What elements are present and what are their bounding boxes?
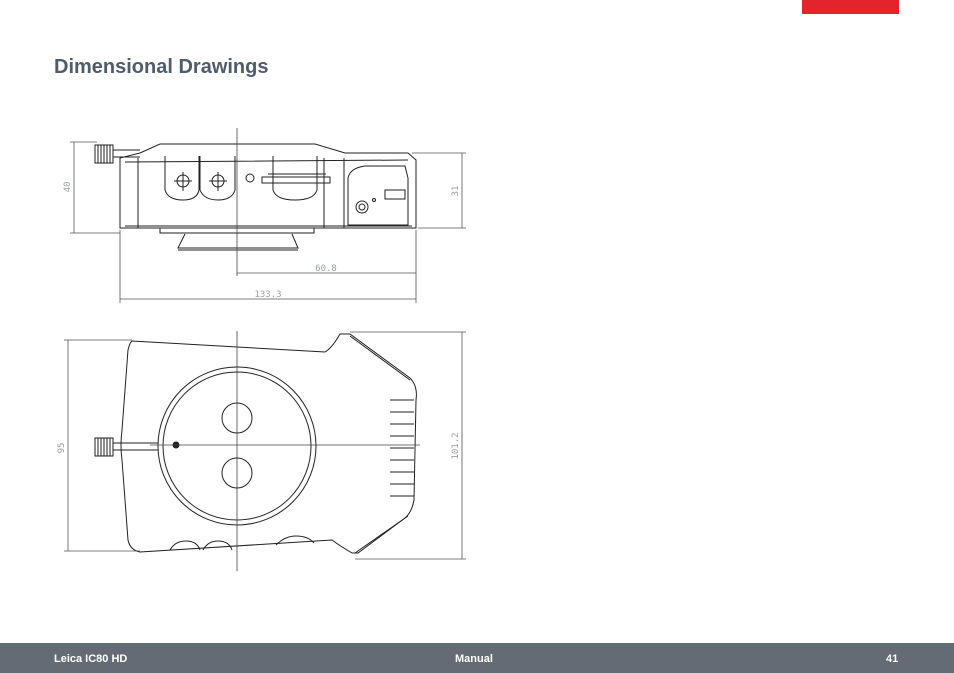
footer-bar: Leica IC80 HD Manual 41 xyxy=(0,643,954,673)
dim-side-height-left: 40 xyxy=(63,182,73,193)
dim-side-height-right: 31 xyxy=(451,186,461,197)
top-view-drawing xyxy=(94,333,417,554)
dim-side-width-total: 133.3 xyxy=(254,290,281,300)
footer-page-number: 41 xyxy=(886,653,899,665)
dim-side-width-partial: 60.8 xyxy=(315,264,337,274)
footer-product: Leica IC80 HD xyxy=(54,653,128,665)
dimensional-drawing: 40 31 60.8 133.3 95 101.2 xyxy=(57,128,466,571)
dim-top-height-left: 95 xyxy=(57,443,67,454)
footer-section: Manual xyxy=(455,653,493,665)
dim-top-height-right: 101.2 xyxy=(451,432,461,459)
side-view-drawing xyxy=(94,143,417,251)
